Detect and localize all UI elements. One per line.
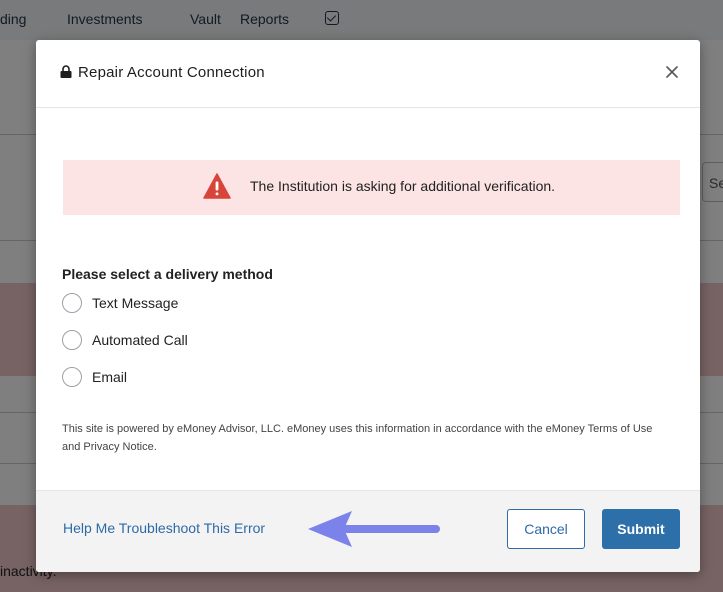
alert-message: The Institution is asking for additional…	[250, 178, 556, 194]
close-icon[interactable]	[660, 60, 684, 84]
radio-circle[interactable]	[62, 293, 82, 313]
radio-email[interactable]: Email	[62, 366, 127, 388]
lock-icon	[60, 65, 72, 78]
disclaimer-text: This site is powered by eMoney Advisor, …	[62, 423, 653, 453]
verification-alert: The Institution is asking for additional…	[63, 160, 680, 215]
arrow-annotation-icon	[308, 511, 440, 547]
radio-label[interactable]: Email	[92, 369, 127, 385]
submit-button[interactable]: Submit	[602, 509, 680, 549]
cancel-button[interactable]: Cancel	[507, 509, 585, 549]
warning-icon	[203, 173, 231, 199]
radio-automated-call[interactable]: Automated Call	[62, 329, 188, 351]
modal-header: Repair Account Connection	[36, 40, 700, 108]
radio-text-message[interactable]: Text Message	[62, 292, 178, 314]
radio-circle[interactable]	[62, 367, 82, 387]
troubleshoot-link[interactable]: Help Me Troubleshoot This Error	[63, 520, 265, 536]
delivery-method-heading: Please select a delivery method	[62, 266, 273, 282]
radio-label[interactable]: Text Message	[92, 295, 178, 311]
modal-title: Repair Account Connection	[78, 64, 265, 81]
radio-circle[interactable]	[62, 330, 82, 350]
modal-footer: Help Me Troubleshoot This Error Cancel S…	[36, 490, 700, 572]
repair-connection-modal: Repair Account Connection The Institutio…	[36, 40, 700, 572]
radio-label[interactable]: Automated Call	[92, 332, 188, 348]
